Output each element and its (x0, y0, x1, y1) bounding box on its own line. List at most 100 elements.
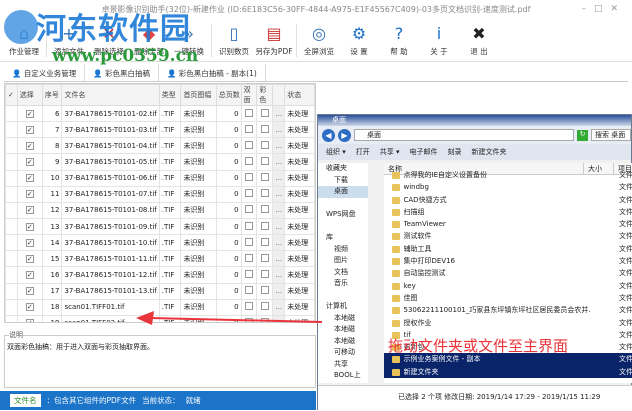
toolbar-button-10[interactable]: i 关 于 (419, 20, 459, 62)
explorer-tool-1[interactable]: 打开 (356, 147, 370, 157)
table-row[interactable]: ✓ 7 37-BA178615-T0101-03.tif .TIF 未识别 0 … 未处理 (5, 121, 315, 139)
table-row[interactable]: ✓ 13 37-BA178615-T0101-09.tif .TIF 未识别 0 … 未处理 (5, 217, 315, 236)
tab-2[interactable]: 👤 彩色黑白抽稿 - 副本(1) (159, 64, 266, 81)
row-more-button[interactable]: … (272, 250, 286, 268)
row-checkbox[interactable]: ✓ (25, 109, 34, 118)
row-color-checkbox[interactable] (260, 108, 269, 117)
row-duplex-checkbox[interactable] (245, 286, 254, 295)
row-color-cell[interactable] (256, 282, 274, 300)
file-item[interactable]: key 文件 (384, 280, 632, 292)
row-checkbox[interactable]: ✓ (25, 157, 34, 166)
row-duplex-cell[interactable] (240, 104, 258, 123)
file-item[interactable]: 佳图 文件 (384, 292, 632, 304)
row-checkbox[interactable]: ✓ (25, 125, 34, 134)
row-more-button[interactable]: … (272, 217, 286, 236)
select-all-checkbox[interactable]: ✓ (5, 84, 18, 106)
table-row[interactable]: ✓ 17 37-BA178615-T0101-13.tif .TIF 未识别 0 … 未处理 (5, 282, 315, 300)
row-checkbox[interactable]: ✓ (25, 254, 34, 263)
row-more-button[interactable]: … (272, 298, 286, 316)
row-color-cell[interactable] (256, 137, 274, 155)
row-checkbox-cell[interactable]: ✓ (16, 153, 43, 171)
row-duplex-cell[interactable] (240, 201, 258, 219)
search-input[interactable]: 搜索 桌面 (591, 129, 631, 141)
row-color-checkbox[interactable] (260, 189, 269, 198)
row-duplex-checkbox[interactable] (245, 124, 254, 133)
file-item[interactable]: 授权作业 文件 (384, 317, 632, 329)
row-color-cell[interactable] (256, 121, 274, 139)
row-color-cell[interactable] (256, 153, 274, 171)
row-color-checkbox[interactable] (260, 302, 269, 311)
nav-item[interactable]: WPS网盘 (318, 209, 368, 221)
row-checkbox-cell[interactable]: ✓ (16, 169, 43, 187)
row-more-button[interactable]: … (272, 153, 286, 171)
nav-item[interactable]: 本地磁 (318, 336, 368, 348)
window-controls[interactable]: –□✕ (581, 4, 626, 14)
row-duplex-checkbox[interactable] (245, 253, 254, 262)
row-duplex-checkbox[interactable] (245, 302, 254, 311)
row-duplex-cell[interactable] (240, 121, 258, 139)
row-duplex-cell[interactable] (240, 250, 258, 268)
row-checkbox-cell[interactable]: ✓ (16, 217, 43, 236)
row-color-checkbox[interactable] (260, 253, 269, 262)
nav-item[interactable]: 本地磁 (318, 313, 368, 325)
nav-item[interactable]: BOOL上 (318, 370, 368, 382)
row-color-checkbox[interactable] (260, 318, 269, 322)
file-item[interactable]: TeamViewer 文件 (384, 218, 632, 230)
row-duplex-cell[interactable] (240, 314, 258, 322)
table-row[interactable]: ✓ 14 37-BA178615-T0101-10.tif .TIF 未识别 0 … 未处理 (5, 234, 315, 252)
file-item[interactable]: 测试软件 文件 (384, 230, 632, 242)
row-checkbox-cell[interactable]: ✓ (16, 185, 43, 203)
file-item[interactable]: 自动监控测试 文件 (384, 267, 632, 279)
row-checkbox-cell[interactable]: ✓ (16, 121, 43, 139)
nav-item[interactable]: 共享 (318, 359, 368, 371)
row-duplex-checkbox[interactable] (245, 108, 254, 117)
toolbar-button-5[interactable]: ▯ 识别数页 (214, 20, 254, 62)
column-header[interactable] (272, 84, 286, 106)
row-more-button[interactable]: … (272, 121, 286, 139)
toolbar-button-11[interactable]: ✖ 退 出 (459, 20, 499, 62)
row-checkbox[interactable]: ✓ (25, 190, 34, 199)
column-header[interactable]: 总页数 (215, 84, 242, 106)
row-more-button[interactable]: … (272, 282, 286, 300)
nav-item[interactable]: 视频 (318, 244, 368, 256)
row-checkbox-cell[interactable]: ✓ (16, 298, 43, 316)
column-header[interactable]: 序号 (41, 84, 63, 106)
row-color-checkbox[interactable] (260, 124, 269, 133)
column-header[interactable]: 首页图幅 (180, 84, 217, 106)
row-checkbox[interactable]: ✓ (25, 319, 34, 322)
table-row[interactable]: ✓ 8 37-BA178615-T0101-04.tif .TIF 未识别 0 … 未处理 (5, 137, 315, 155)
toolbar-button-7[interactable]: ◎ 全屏浏览 (299, 20, 339, 62)
row-color-cell[interactable] (256, 185, 274, 203)
row-checkbox-cell[interactable]: ✓ (16, 250, 43, 268)
explorer-tool-2[interactable]: 共享 ▾ (380, 147, 400, 157)
table-row[interactable]: ✓ 15 37-BA178615-T0101-11.tif .TIF 未识别 0 … 未处理 (5, 250, 315, 268)
row-duplex-checkbox[interactable] (245, 318, 254, 322)
row-duplex-checkbox[interactable] (245, 269, 254, 278)
table-row[interactable]: ✓ 19scan01.TIFF02.tif.TIF未识别0 …未处理 (5, 314, 315, 322)
table-row[interactable]: ✓ 12 37-BA178615-T0101-08.tif .TIF 未识别 0 … 未处理 (5, 201, 315, 219)
row-more-button[interactable]: … (272, 201, 286, 219)
column-header[interactable]: 类型 (158, 84, 182, 106)
row-color-cell[interactable] (256, 266, 274, 284)
column-header[interactable]: 状态 (284, 84, 315, 106)
refresh-icon[interactable]: ↻ (577, 129, 588, 141)
tab-1[interactable]: 👤 彩色黑白抽稿 (85, 64, 159, 81)
row-duplex-checkbox[interactable] (245, 156, 254, 165)
nav-item[interactable]: 音乐 (318, 278, 368, 290)
row-checkbox[interactable]: ✓ (25, 222, 34, 231)
address-input[interactable]: 桌面 (354, 129, 574, 141)
row-color-cell[interactable] (256, 314, 274, 322)
row-checkbox[interactable]: ✓ (25, 206, 34, 215)
column-header[interactable]: 双面 (240, 84, 258, 106)
row-duplex-cell[interactable] (240, 298, 258, 316)
row-more-button[interactable]: … (272, 169, 286, 187)
column-header[interactable]: 文件名 (61, 84, 160, 106)
row-color-checkbox[interactable] (260, 286, 269, 295)
file-item[interactable]: windbg 文件 (384, 181, 632, 193)
column-header[interactable]: 彩色 (256, 84, 274, 106)
row-checkbox[interactable]: ✓ (25, 303, 34, 312)
row-checkbox-cell[interactable]: ✓ (16, 137, 43, 155)
row-checkbox[interactable]: ✓ (25, 287, 34, 296)
nav-item[interactable]: 下载 (318, 175, 368, 187)
row-duplex-cell[interactable] (240, 153, 258, 171)
